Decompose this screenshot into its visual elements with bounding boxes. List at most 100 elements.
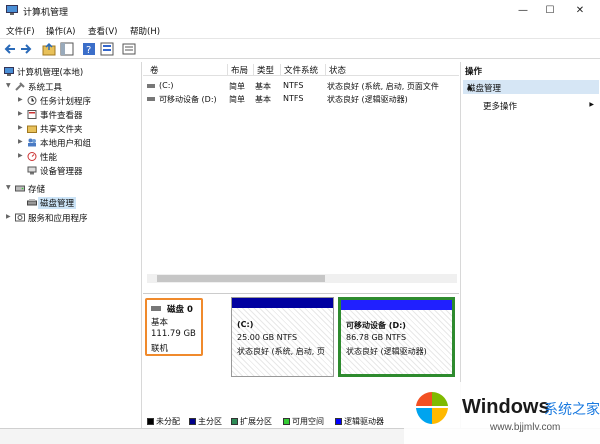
disk-0-info[interactable]: 磁盘 0 基本 111.79 GB 联机 bbox=[145, 298, 203, 356]
cell-volume: (C:) bbox=[159, 81, 174, 90]
users-icon bbox=[28, 138, 36, 147]
tree-services-label: 服务和应用程序 bbox=[28, 214, 88, 224]
menu-help[interactable]: 帮助(H) bbox=[130, 25, 160, 37]
partition-c-size: 25.00 GB NTFS bbox=[237, 333, 298, 342]
cell-type: 基本 bbox=[255, 82, 271, 91]
expanded-chevron-icon[interactable]: ▼ bbox=[6, 82, 11, 89]
tools-icon bbox=[15, 82, 25, 91]
navigation-tree: 计算机管理(本地) ▼ 系统工具 ▶ 任务计划程序 ▶ 事件查看器 ▶ 共享文件… bbox=[0, 62, 142, 428]
shared-folder-icon bbox=[27, 125, 37, 133]
services-icon bbox=[15, 213, 25, 222]
tree-item-task-scheduler[interactable]: ▶ 任务计划程序 bbox=[18, 95, 140, 107]
collapsed-chevron-icon[interactable]: ▶ bbox=[18, 138, 23, 145]
scrollbar-thumb[interactable] bbox=[157, 275, 325, 282]
col-layout[interactable]: 布局 bbox=[227, 64, 253, 76]
partition-d-label: 可移动设备 (D:) bbox=[346, 321, 406, 330]
performance-icon bbox=[27, 152, 37, 161]
menu-file[interactable]: 文件(F) bbox=[6, 25, 35, 37]
tree-root-label: 计算机管理(本地) bbox=[17, 68, 84, 78]
legend-free-space: 可用空间 bbox=[283, 416, 324, 427]
forward-arrow-icon[interactable] bbox=[20, 42, 32, 56]
legend-extended: 扩展分区 bbox=[231, 416, 272, 427]
tree-item-device-manager[interactable]: 设备管理器 bbox=[18, 165, 140, 177]
horizontal-scrollbar[interactable] bbox=[147, 274, 457, 283]
tree-item-label: 任务计划程序 bbox=[40, 97, 92, 107]
tree-item-label: 共享文件夹 bbox=[40, 125, 83, 135]
title-bar: 计算机管理 — ☐ ✕ bbox=[0, 0, 600, 22]
tree-item-local-users[interactable]: ▶ 本地用户和组 bbox=[18, 137, 140, 149]
svg-text:?: ? bbox=[86, 45, 91, 56]
close-button[interactable]: ✕ bbox=[565, 0, 595, 22]
cell-layout: 简单 bbox=[229, 95, 245, 104]
col-volume[interactable]: 卷 bbox=[147, 64, 227, 76]
collapsed-chevron-icon[interactable]: ▶ bbox=[18, 110, 23, 117]
actions-group-disk-management[interactable]: 磁盘管理 ▲ bbox=[463, 80, 599, 94]
properties-icon[interactable] bbox=[100, 42, 114, 56]
col-type[interactable]: 类型 bbox=[253, 64, 280, 76]
tree-system-tools[interactable]: ▼ 系统工具 bbox=[6, 81, 140, 93]
partition-c-bar bbox=[232, 298, 333, 308]
tree-item-shared-folders[interactable]: ▶ 共享文件夹 bbox=[18, 123, 140, 135]
legend-logical-drive: 逻辑驱动器 bbox=[335, 416, 384, 427]
volume-icon bbox=[147, 97, 155, 101]
event-log-icon bbox=[27, 110, 37, 119]
expanded-chevron-icon[interactable]: ▼ bbox=[6, 184, 11, 191]
back-arrow-icon[interactable] bbox=[4, 42, 16, 56]
help-icon[interactable]: ? bbox=[82, 42, 96, 56]
collapsed-chevron-icon[interactable]: ▶ bbox=[18, 152, 23, 159]
actions-title: 操作 bbox=[465, 67, 483, 77]
list-view-icon[interactable] bbox=[122, 42, 136, 56]
table-row[interactable]: (C:) 简单 基本 NTFS 状态良好 (系统, 启动, 页面文件 bbox=[143, 80, 459, 92]
computer-management-icon bbox=[6, 5, 18, 15]
partition-d-status: 状态良好 (逻辑驱动器) bbox=[346, 347, 427, 356]
legend-unallocated: 未分配 bbox=[147, 416, 180, 427]
collapsed-chevron-icon[interactable]: ▶ bbox=[6, 213, 11, 220]
show-hide-tree-icon[interactable] bbox=[60, 42, 74, 56]
maximize-button[interactable]: ☐ bbox=[535, 0, 565, 22]
chevron-right-icon[interactable]: ▶ bbox=[589, 101, 594, 108]
minimize-button[interactable]: — bbox=[508, 0, 538, 22]
tree-item-event-viewer[interactable]: ▶ 事件查看器 bbox=[18, 109, 140, 121]
partition-c-label: (C:) bbox=[237, 320, 254, 329]
cell-status: 状态良好 (逻辑驱动器) bbox=[327, 95, 408, 104]
partition-d-bar bbox=[341, 300, 452, 310]
tree-item-disk-management[interactable]: 磁盘管理 bbox=[18, 197, 140, 209]
tree-services-apps[interactable]: ▶ 服务和应用程序 bbox=[6, 212, 140, 224]
up-folder-icon[interactable] bbox=[42, 42, 56, 56]
tree-root[interactable]: 计算机管理(本地) bbox=[2, 66, 140, 78]
collapsed-chevron-icon[interactable]: ▶ bbox=[18, 124, 23, 131]
menu-action[interactable]: 操作(A) bbox=[46, 25, 75, 37]
cell-volume: 可移动设备 (D:) bbox=[159, 95, 217, 104]
disk-icon bbox=[151, 306, 161, 311]
table-row[interactable]: 可移动设备 (D:) 简单 基本 NTFS 状态良好 (逻辑驱动器) bbox=[143, 93, 459, 105]
more-actions-link[interactable]: 更多操作 bbox=[483, 100, 517, 112]
watermark-cn: 系统之家 bbox=[544, 402, 600, 418]
partition-c-status: 状态良好 (系统, 启动, 页 bbox=[237, 347, 325, 356]
collapsed-chevron-icon[interactable]: ▶ bbox=[18, 96, 23, 103]
collapse-up-icon[interactable]: ▲ bbox=[467, 83, 595, 91]
storage-icon bbox=[15, 185, 25, 192]
disk-management-pane: 卷 布局 类型 文件系统 状态 (C:) 简单 基本 NTFS 状态良好 (系统… bbox=[143, 62, 459, 428]
volume-icon bbox=[147, 84, 155, 88]
partition-c[interactable]: (C:) 25.00 GB NTFS 状态良好 (系统, 启动, 页 bbox=[231, 297, 334, 377]
tree-item-label: 性能 bbox=[40, 153, 58, 163]
device-manager-icon bbox=[27, 166, 37, 175]
watermark-url: www.bjjmlv.com bbox=[490, 422, 561, 433]
menu-view[interactable]: 查看(V) bbox=[88, 25, 117, 37]
tree-storage-label: 存储 bbox=[28, 185, 46, 195]
col-filesystem[interactable]: 文件系统 bbox=[280, 64, 325, 76]
tree-item-label: 事件查看器 bbox=[40, 111, 83, 121]
actions-pane: 操作 磁盘管理 ▲ 更多操作 ▶ bbox=[460, 62, 600, 428]
cell-filesystem: NTFS bbox=[283, 81, 304, 90]
cell-status: 状态良好 (系统, 启动, 页面文件 bbox=[327, 82, 439, 91]
col-status[interactable]: 状态 bbox=[325, 64, 459, 76]
disk-management-icon bbox=[27, 199, 37, 206]
partition-d[interactable]: 可移动设备 (D:) 86.78 GB NTFS 状态良好 (逻辑驱动器) bbox=[338, 297, 455, 377]
tree-storage[interactable]: ▼ 存储 bbox=[6, 183, 140, 195]
window-title: 计算机管理 bbox=[23, 8, 69, 18]
tree-item-performance[interactable]: ▶ 性能 bbox=[18, 151, 140, 163]
disk-size: 111.79 GB bbox=[151, 329, 196, 339]
disk-name: 磁盘 0 bbox=[167, 305, 193, 315]
computer-icon bbox=[4, 67, 14, 76]
menu-bar: 文件(F) 操作(A) 查看(V) 帮助(H) bbox=[0, 22, 600, 39]
